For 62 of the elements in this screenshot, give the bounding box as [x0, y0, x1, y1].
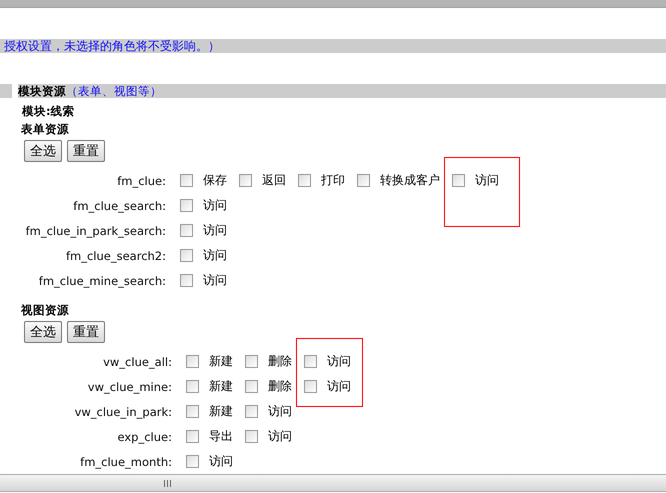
select-all-button[interactable]: 全选: [24, 140, 62, 162]
section-title: 模块资源: [18, 84, 66, 98]
checkbox-label: 访问: [327, 353, 351, 370]
checkbox-label: 访问: [209, 453, 233, 470]
checkbox[interactable]: [186, 455, 199, 468]
notice-text: 授权设置，未选择的角色将不受影响。）: [3, 38, 220, 54]
resource-label: fm_clue_search2:: [64, 248, 166, 262]
checkbox[interactable]: [245, 430, 258, 443]
checkbox-label: 访问: [203, 222, 227, 239]
resource-label: fm_clue_search:: [72, 198, 166, 212]
resource-label: fm_clue_in_park_search:: [24, 224, 166, 238]
checkbox[interactable]: [239, 174, 252, 187]
group-title: 表单资源: [21, 121, 70, 138]
checkbox-label: 返回: [262, 172, 286, 189]
checkbox-label: 转换成客户: [380, 172, 440, 189]
checkbox[interactable]: [180, 174, 193, 187]
checkbox-label: 访问: [203, 197, 227, 214]
checkbox-label: 新建: [209, 353, 233, 370]
checkbox-label: 保存: [203, 172, 227, 189]
resource-label: fm_clue_mine_search:: [38, 274, 166, 288]
checkbox-label: 访问: [268, 403, 292, 420]
checkbox-label: 删除: [268, 353, 292, 370]
section-subtitle: （表单、视图等）: [66, 84, 162, 98]
checkbox-label: 访问: [203, 247, 227, 264]
checkbox[interactable]: [186, 380, 199, 393]
checkbox-label: 打印: [321, 172, 345, 189]
checkbox[interactable]: [180, 274, 193, 287]
resource-label: fm_clue_month:: [79, 454, 172, 468]
select-all-button[interactable]: 全选: [24, 321, 62, 343]
checkbox[interactable]: [304, 380, 317, 393]
resource-label: vw_clue_all:: [102, 354, 172, 368]
checkbox-label: 访问: [475, 172, 499, 189]
checkbox-label: 访问: [268, 428, 292, 445]
group-title: 视图资源: [21, 302, 70, 319]
resource-label: exp_clue:: [116, 430, 172, 444]
checkbox-label: 访问: [327, 378, 351, 395]
checkbox-label: 删除: [268, 378, 292, 395]
checkbox[interactable]: [186, 430, 199, 443]
checkbox[interactable]: [357, 174, 370, 187]
horizontal-scrollbar[interactable]: [0, 474, 666, 492]
checkbox[interactable]: [245, 380, 258, 393]
checkbox[interactable]: [186, 405, 199, 418]
module-title: 模块:线索: [22, 103, 76, 120]
checkbox-label: 新建: [209, 378, 233, 395]
checkbox[interactable]: [298, 174, 311, 187]
checkbox[interactable]: [452, 174, 465, 187]
resource-label: vw_clue_in_park:: [74, 404, 172, 418]
resource-label: vw_clue_mine:: [86, 380, 172, 394]
checkbox[interactable]: [180, 199, 193, 212]
reset-button[interactable]: 重置: [67, 321, 105, 343]
checkbox[interactable]: [304, 355, 317, 368]
checkbox[interactable]: [180, 224, 193, 237]
resource-label: fm_clue:: [116, 174, 166, 188]
checkbox-label: 导出: [209, 428, 233, 445]
checkbox[interactable]: [245, 355, 258, 368]
checkbox[interactable]: [180, 249, 193, 262]
checkbox[interactable]: [186, 355, 199, 368]
checkbox-label: 新建: [209, 403, 233, 420]
reset-button[interactable]: 重置: [67, 140, 105, 162]
section-marker: [0, 84, 12, 98]
checkbox[interactable]: [245, 405, 258, 418]
checkbox-label: 访问: [203, 272, 227, 289]
